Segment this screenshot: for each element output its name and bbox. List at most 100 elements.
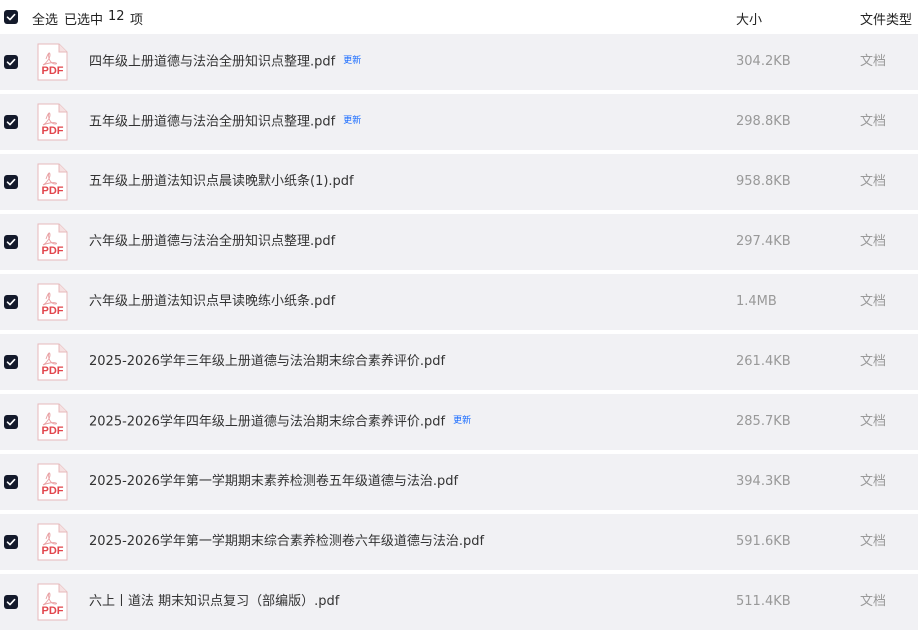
pdf-file-icon: PDF — [37, 403, 68, 441]
checkmark-icon — [6, 178, 16, 186]
selected-count: 12 — [108, 9, 125, 24]
pdf-file-icon: PDF — [37, 223, 68, 261]
svg-text:PDF: PDF — [42, 125, 64, 137]
row-checkbox[interactable] — [4, 595, 18, 609]
file-size: 261.4KB — [736, 354, 791, 369]
pdf-file-icon: PDF — [37, 523, 68, 561]
file-name-text[interactable]: 2025-2026学年三年级上册道德与法治期末综合素养评价.pdf — [89, 354, 445, 369]
file-size: 511.4KB — [736, 594, 791, 609]
row-checkbox[interactable] — [4, 115, 18, 129]
svg-text:PDF: PDF — [42, 245, 64, 257]
file-row[interactable]: PDF 2025-2026学年三年级上册道德与法治期末综合素养评价.pdf 26… — [0, 334, 918, 390]
pdf-file-icon: PDF — [37, 103, 68, 141]
file-name[interactable]: 2025-2026学年三年级上册道德与法治期末综合素养评价.pdf — [89, 353, 445, 371]
svg-text:PDF: PDF — [42, 65, 64, 77]
checkmark-icon — [6, 478, 16, 486]
svg-text:PDF: PDF — [42, 605, 64, 617]
file-name[interactable]: 2025-2026学年四年级上册道德与法治期末综合素养评价.pdf 更新 — [89, 413, 471, 432]
row-checkbox[interactable] — [4, 175, 18, 189]
checkmark-icon — [6, 358, 16, 366]
file-size: 297.4KB — [736, 234, 791, 249]
file-row[interactable]: PDF 六上丨道法 期末知识点复习（部编版）.pdf 511.4KB 文档 — [0, 574, 918, 630]
file-row[interactable]: PDF 四年级上册道德与法治全册知识点整理.pdf 更新 304.2KB 文档 — [0, 34, 918, 90]
file-name-text[interactable]: 2025-2026学年第一学期期末素养检测卷五年级道德与法治.pdf — [89, 474, 458, 489]
checkmark-icon — [6, 13, 16, 21]
checkmark-icon — [6, 538, 16, 546]
row-checkbox[interactable] — [4, 55, 18, 69]
selected-unit: 项 — [130, 13, 144, 28]
update-badge: 更新 — [343, 56, 362, 66]
column-header-size[interactable]: 大小 — [736, 9, 762, 28]
pdf-file-icon: PDF — [37, 583, 68, 621]
file-name[interactable]: 六年级上册道德与法治全册知识点整理.pdf — [89, 233, 335, 251]
file-size: 1.4MB — [736, 294, 777, 309]
pdf-file-icon: PDF — [37, 163, 68, 201]
file-row[interactable]: PDF 2025-2026学年第一学期期末综合素养检测卷六年级道德与法治.pdf… — [0, 514, 918, 570]
file-name-text[interactable]: 2025-2026学年第一学期期末综合素养检测卷六年级道德与法治.pdf — [89, 534, 484, 549]
file-row[interactable]: PDF 五年级上册道德与法治全册知识点整理.pdf 更新 298.8KB 文档 — [0, 94, 918, 150]
svg-text:PDF: PDF — [42, 185, 64, 197]
pdf-file-icon: PDF — [37, 43, 68, 81]
file-name-text[interactable]: 五年级上册道法知识点晨读晚默小纸条(1).pdf — [89, 174, 354, 189]
select-all-checkbox[interactable] — [4, 10, 18, 24]
file-name[interactable]: 四年级上册道德与法治全册知识点整理.pdf 更新 — [89, 53, 361, 72]
file-name-text[interactable]: 2025-2026学年四年级上册道德与法治期末综合素养评价.pdf — [89, 415, 445, 430]
file-type: 文档 — [860, 54, 887, 69]
checkmark-icon — [6, 598, 16, 606]
file-row[interactable]: PDF 2025-2026学年第一学期期末素养检测卷五年级道德与法治.pdf 3… — [0, 454, 918, 510]
file-row[interactable]: PDF 2025-2026学年四年级上册道德与法治期末综合素养评价.pdf 更新 … — [0, 394, 918, 450]
file-name[interactable]: 六年级上册道法知识点早读晚练小纸条.pdf — [89, 293, 335, 311]
row-checkbox[interactable] — [4, 235, 18, 249]
file-type: 文档 — [860, 114, 887, 129]
svg-text:PDF: PDF — [42, 425, 64, 437]
checkmark-icon — [6, 418, 16, 426]
file-name[interactable]: 五年级上册道法知识点晨读晚默小纸条(1).pdf — [89, 173, 354, 191]
file-size: 304.2KB — [736, 54, 791, 69]
update-badge: 更新 — [453, 416, 472, 426]
file-type: 文档 — [860, 354, 887, 369]
file-name[interactable]: 2025-2026学年第一学期期末素养检测卷五年级道德与法治.pdf — [89, 473, 458, 491]
pdf-file-icon: PDF — [37, 343, 68, 381]
update-badge: 更新 — [343, 116, 362, 126]
column-header-type[interactable]: 文件类型 — [860, 9, 912, 28]
checkmark-icon — [6, 58, 16, 66]
select-all-label[interactable]: 全选 — [32, 9, 58, 28]
file-type: 文档 — [860, 174, 887, 189]
file-name-text[interactable]: 四年级上册道德与法治全册知识点整理.pdf — [89, 55, 335, 70]
row-checkbox[interactable] — [4, 475, 18, 489]
svg-text:PDF: PDF — [42, 365, 64, 377]
file-type: 文档 — [860, 294, 887, 309]
checkmark-icon — [6, 298, 16, 306]
file-type: 文档 — [860, 474, 887, 489]
file-name-text[interactable]: 五年级上册道德与法治全册知识点整理.pdf — [89, 115, 335, 130]
file-name-text[interactable]: 六年级上册道法知识点早读晚练小纸条.pdf — [89, 294, 335, 309]
checkmark-icon — [6, 238, 16, 246]
file-size: 285.7KB — [736, 414, 791, 429]
row-checkbox[interactable] — [4, 295, 18, 309]
file-size: 394.3KB — [736, 474, 791, 489]
file-row[interactable]: PDF 六年级上册道法知识点早读晚练小纸条.pdf 1.4MB 文档 — [0, 274, 918, 330]
file-name[interactable]: 六上丨道法 期末知识点复习（部编版）.pdf — [89, 593, 339, 611]
file-row[interactable]: PDF 五年级上册道法知识点晨读晚默小纸条(1).pdf 958.8KB 文档 — [0, 154, 918, 210]
file-type: 文档 — [860, 414, 887, 429]
svg-text:PDF: PDF — [42, 485, 64, 497]
list-header: 全选 已选中 12 项 大小 文件类型 — [0, 0, 918, 34]
file-name[interactable]: 五年级上册道德与法治全册知识点整理.pdf 更新 — [89, 113, 361, 132]
row-checkbox[interactable] — [4, 355, 18, 369]
file-type: 文档 — [860, 534, 887, 549]
pdf-file-icon: PDF — [37, 463, 68, 501]
file-name-text[interactable]: 六上丨道法 期末知识点复习（部编版）.pdf — [89, 594, 339, 609]
selected-label: 已选中 — [64, 13, 104, 28]
file-name[interactable]: 2025-2026学年第一学期期末综合素养检测卷六年级道德与法治.pdf — [89, 533, 484, 551]
svg-text:PDF: PDF — [42, 545, 64, 557]
file-type: 文档 — [860, 594, 887, 609]
svg-text:PDF: PDF — [42, 305, 64, 317]
file-name-text[interactable]: 六年级上册道德与法治全册知识点整理.pdf — [89, 234, 335, 249]
file-row[interactable]: PDF 六年级上册道德与法治全册知识点整理.pdf 297.4KB 文档 — [0, 214, 918, 270]
row-checkbox[interactable] — [4, 535, 18, 549]
file-type: 文档 — [860, 234, 887, 249]
checkmark-icon — [6, 118, 16, 126]
pdf-file-icon: PDF — [37, 283, 68, 321]
file-size: 591.6KB — [736, 534, 791, 549]
row-checkbox[interactable] — [4, 415, 18, 429]
